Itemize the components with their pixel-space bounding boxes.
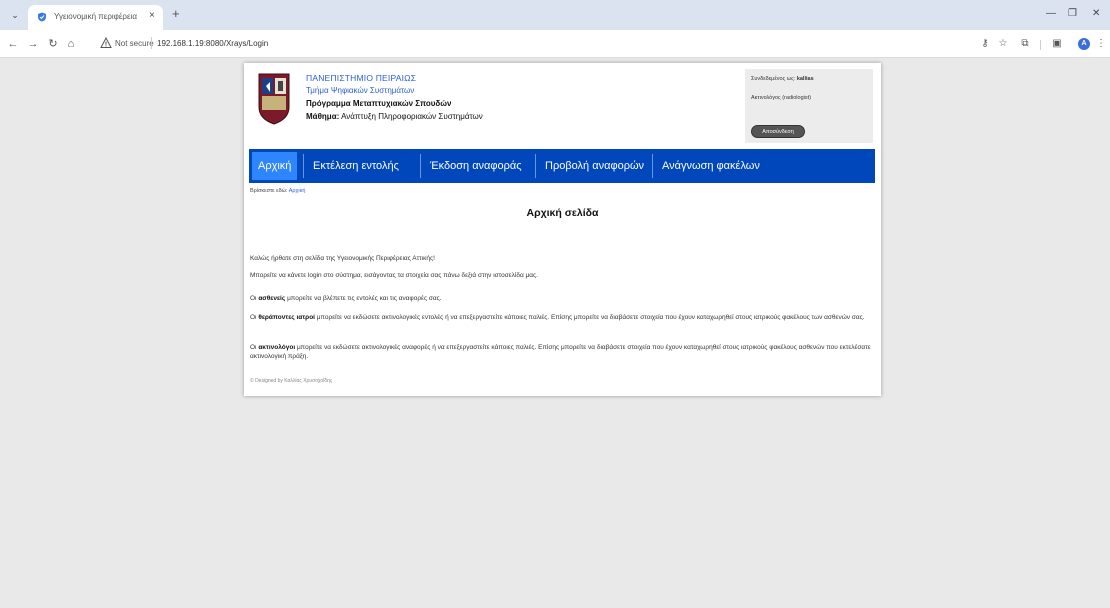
- address-bar[interactable]: Not secure 192.168.1.19:8080/Xrays/Login: [100, 34, 960, 54]
- tab-close-icon[interactable]: ×: [149, 10, 155, 21]
- logged-in-label: Συνδεδεμένος ως:: [751, 76, 796, 82]
- user-panel: Συνδεδεμένος ως: kallias Ακτινολόγος (ra…: [745, 69, 873, 143]
- login-info-text: Μπορείτε να κάνετε login στο σύστημα, ει…: [250, 272, 538, 279]
- doctors-rest: μπορείτε να εκδώσετε ακτινολογικές εντολ…: [316, 314, 865, 321]
- forward-icon[interactable]: →: [26, 37, 40, 51]
- toolbar-separator: [1040, 40, 1041, 50]
- breadcrumb-home-link[interactable]: Αρχική: [289, 188, 306, 194]
- patients-strong: ασθενείς: [258, 295, 286, 302]
- warning-icon: [100, 37, 112, 48]
- radiologists-strong: ακτινολόγοι: [258, 344, 296, 351]
- radiologists-paragraph: Οι ακτινολόγοι μπορείτε να εκδώσετε ακτι…: [250, 343, 876, 361]
- main-menu: Αρχική Εκτέλεση εντολής Έκδοση αναφοράς …: [249, 149, 875, 183]
- doctors-strong: θεράποντες ιατροί: [258, 314, 315, 321]
- browser-tab-bar: ⌄ Υγειονομική περιφέρεια × + — ❐ ✕: [0, 0, 1110, 30]
- menu-item-view-reports[interactable]: Προβολή αναφορών: [539, 149, 650, 183]
- footer-credit: © Designed by Καλλίας Χρυσοχοΐδης: [250, 378, 333, 384]
- extensions-icon[interactable]: ⧉: [1018, 37, 1032, 51]
- tab-title: Υγειονομική περιφέρεια: [54, 12, 137, 21]
- menu-separator: [652, 154, 653, 178]
- breadcrumb: Βρίσκεστε εδώ: Αρχική: [250, 188, 305, 194]
- address-separator: [151, 37, 152, 49]
- menu-separator: [303, 154, 304, 178]
- patients-rest: μπορείτε να βλέπετε τις εντολές και τις …: [287, 295, 442, 302]
- home-icon[interactable]: ⌂: [64, 37, 78, 51]
- user-role: Ακτινολόγος (radiologist): [751, 95, 811, 101]
- breadcrumb-prefix: Βρίσκεστε εδώ:: [250, 188, 288, 194]
- patients-pre: Οι: [250, 295, 257, 302]
- course-name: Ανάπτυξη Πληροφοριακών Συστημάτων: [341, 112, 483, 121]
- page-title: Αρχική σελίδα: [526, 207, 599, 219]
- new-tab-icon[interactable]: +: [172, 7, 180, 21]
- university-logo-icon: [258, 73, 290, 125]
- welcome-text: Καλώς ήρθατε στη σελίδα της Υγειονομικής…: [250, 255, 435, 262]
- university-name: ΠΑΝΕΠΙΣΤΗΜΙΟ ΠΕΙΡΑΙΩΣ: [306, 73, 417, 83]
- menu-separator: [420, 154, 421, 178]
- browser-tab[interactable]: Υγειονομική περιφέρεια ×: [28, 5, 163, 30]
- username: kallias: [796, 76, 814, 82]
- password-key-icon[interactable]: ⚷: [978, 37, 992, 51]
- profile-avatar[interactable]: A: [1078, 38, 1090, 50]
- course-label: Μάθημα:: [306, 112, 340, 121]
- menu-item-execute-order[interactable]: Εκτέλεση εντολής: [307, 149, 405, 183]
- minimize-icon[interactable]: —: [1046, 8, 1056, 20]
- side-panel-icon[interactable]: ▣: [1050, 37, 1064, 51]
- menu-separator: [535, 154, 536, 178]
- doctors-pre: Οι: [250, 314, 257, 321]
- bookmark-star-icon[interactable]: ☆: [996, 37, 1010, 51]
- reload-icon[interactable]: ↻: [46, 37, 60, 51]
- menu-item-home[interactable]: Αρχική: [252, 152, 298, 180]
- program-name: Πρόγραμμα Μεταπτυχιακών Σπουδών: [306, 99, 452, 108]
- not-secure-label: Not secure: [115, 39, 154, 48]
- shield-favicon-icon: [38, 12, 46, 22]
- browser-toolbar: ← → ↻ ⌂ Not secure 192.168.1.19:8080/Xra…: [0, 30, 1110, 58]
- radiologists-rest: μπορείτε να εκδώσετε ακτινολογικές αναφο…: [250, 344, 871, 360]
- patients-paragraph: Οι ασθενείς μπορείτε να βλέπετε τις εντο…: [250, 294, 876, 303]
- back-icon[interactable]: ←: [6, 37, 20, 51]
- restore-icon[interactable]: ❐: [1068, 8, 1077, 20]
- menu-item-issue-report[interactable]: Έκδοση αναφοράς: [424, 149, 528, 183]
- url-text[interactable]: 192.168.1.19:8080/Xrays/Login: [157, 39, 268, 48]
- department-name: Τμήμα Ψηφιακών Συστημάτων: [306, 86, 415, 95]
- close-window-icon[interactable]: ✕: [1092, 8, 1100, 20]
- radiologists-pre: Οι: [250, 344, 257, 351]
- kebab-menu-icon[interactable]: ⋮: [1094, 37, 1108, 51]
- doctors-paragraph: Οι θεράποντες ιατροί μπορείτε να εκδώσετ…: [250, 313, 876, 322]
- tab-search-chevron-icon[interactable]: ⌄: [8, 8, 22, 22]
- page-card: ΠΑΝΕΠΙΣΤΗΜΙΟ ΠΕΙΡΑΙΩΣ Τμήμα Ψηφιακών Συσ…: [244, 63, 881, 396]
- course-line: Μάθημα: Ανάπτυξη Πληροφοριακών Συστημάτω…: [306, 112, 483, 121]
- menu-item-read-folders[interactable]: Ανάγνωση φακέλων: [656, 149, 766, 183]
- logout-button[interactable]: Αποσύνδεση: [751, 125, 805, 138]
- logged-in-line: Συνδεδεμένος ως: kallias: [751, 76, 814, 82]
